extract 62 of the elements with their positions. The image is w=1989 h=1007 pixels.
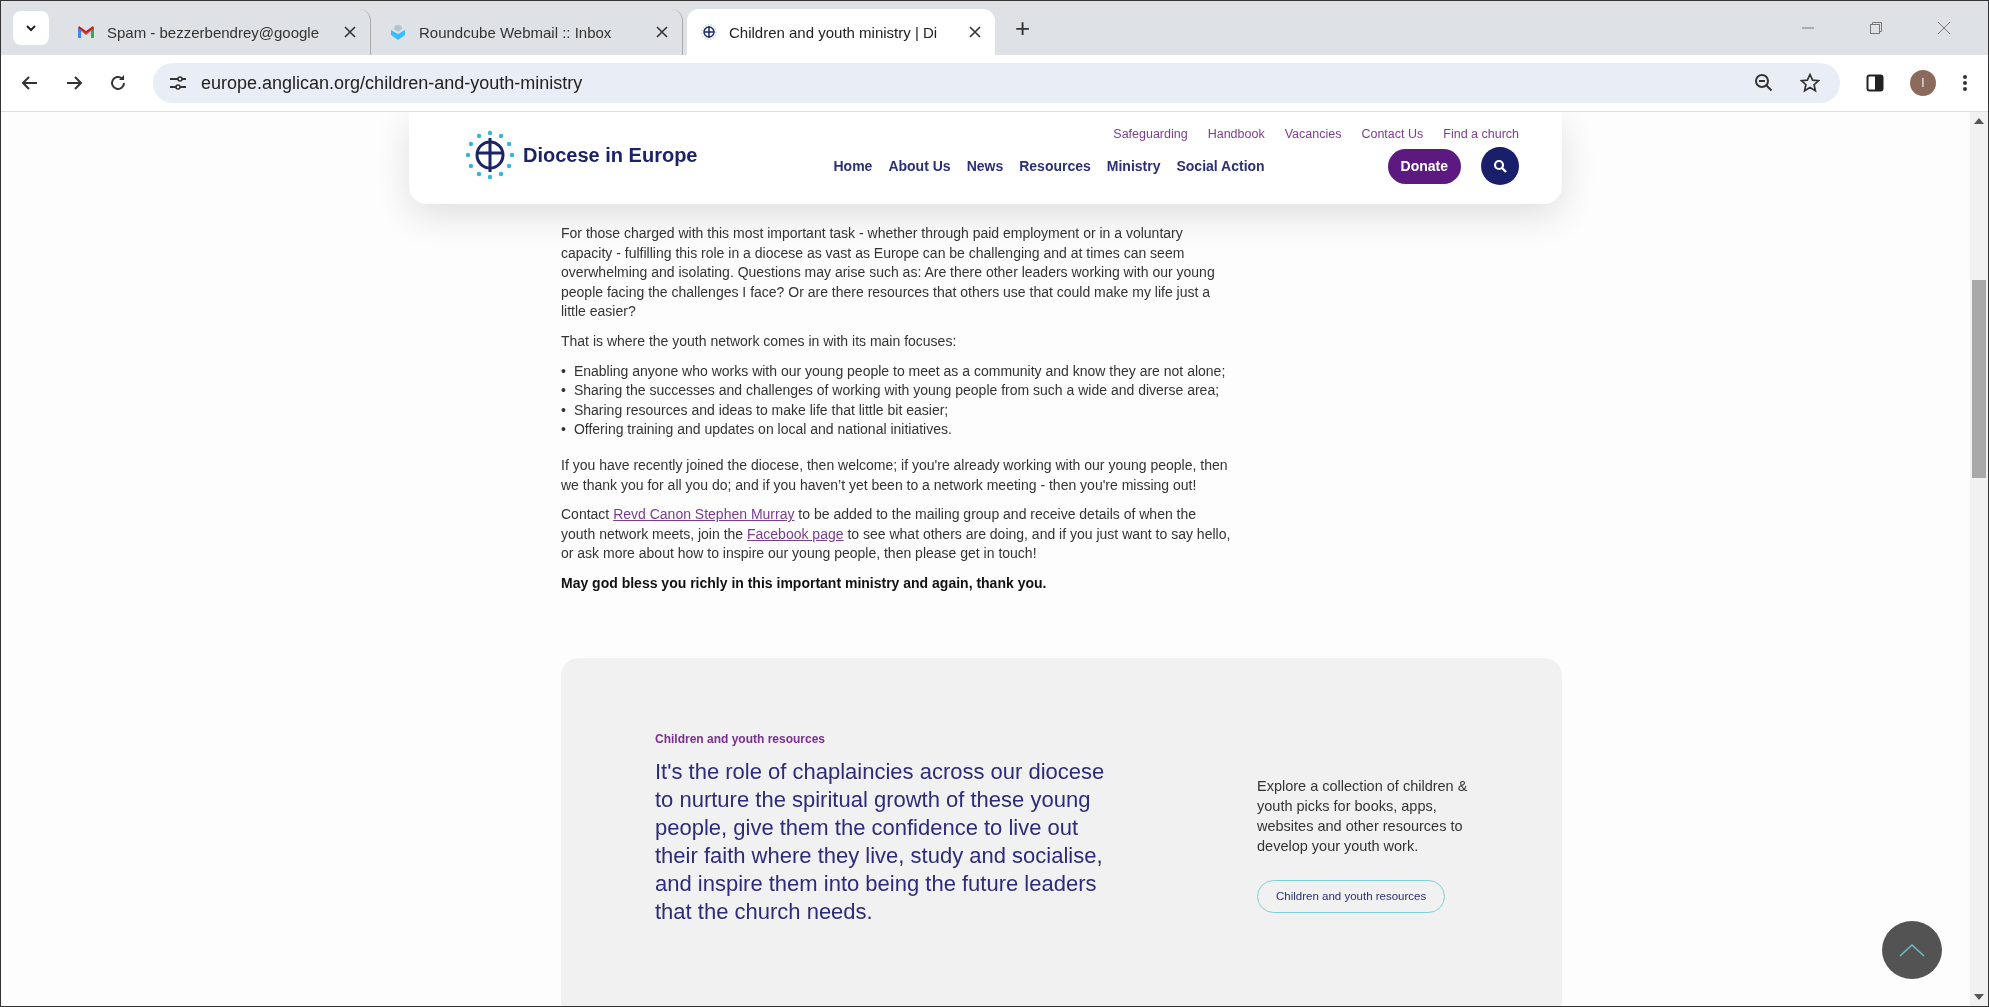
site-logo-text[interactable]: Diocese in Europe	[523, 143, 698, 167]
nav-link[interactable]: Resources	[1019, 158, 1091, 174]
paragraph: Contact Revd Canon Stephen Murray to be added to the mailing group and receive details of when the youth network meets, join the Facebook page to see what others are doing, and if you just want to say hello, or ask more about how to inspire our young people, then please get in touch!	[561, 505, 1232, 564]
scroll-down-icon[interactable]	[1974, 994, 1984, 1000]
chevron-up-icon	[1899, 943, 1925, 957]
url-text: europe.anglican.org/children-and-youth-ministry	[201, 72, 583, 94]
close-icon[interactable]	[656, 26, 668, 38]
scrollbar-thumb[interactable]	[1972, 280, 1986, 478]
text-link[interactable]: Facebook page	[747, 525, 844, 542]
bullet: •	[561, 361, 566, 381]
utility-link[interactable]: Contact Us	[1361, 127, 1424, 141]
back-icon[interactable]	[21, 74, 39, 92]
bullet: •	[561, 420, 566, 440]
site-settings-icon[interactable]	[169, 76, 187, 90]
paragraph: For those charged with this most important task - whether through paid employment or in a voluntary capacity - fulfilling this role in a diocese as vast as Europe can be challenging and at times can seem overwhelming and isolating. Questions may arise such as: Are there other leaders working with our young people facing the challenges I face? Or are there resources that others use that could make my life just a little easier?	[561, 224, 1216, 322]
tab-title: Spam - bezzerbendrey@google	[107, 23, 320, 41]
close-icon[interactable]	[344, 26, 356, 38]
nav-link[interactable]: About Us	[888, 158, 951, 174]
text-link[interactable]: Revd Canon Stephen Murray	[613, 506, 795, 523]
paragraph: If you have recently joined the diocese, then welcome; if you're already working with our young people, then we thank you for all you do; and if you haven’t yet been to a network meeting - then you're missing out!	[561, 455, 1229, 495]
close-icon[interactable]	[969, 26, 981, 38]
profile-avatar[interactable]: I	[1910, 70, 1936, 96]
forward-icon[interactable]	[65, 74, 83, 92]
nav-link[interactable]: News	[966, 158, 1004, 174]
menu-icon[interactable]	[1962, 74, 1968, 92]
star-icon[interactable]	[1800, 73, 1820, 93]
list-item: Sharing resources and ideas to make life that little bit easier;	[573, 400, 949, 420]
reload-icon[interactable]	[109, 74, 127, 92]
browser-tab[interactable]: Children and youth ministry | Di	[687, 9, 995, 55]
nav-link[interactable]: Home	[833, 158, 873, 174]
cube-icon	[389, 23, 407, 41]
new-tab-button[interactable]: +	[1009, 15, 1037, 41]
donate-button[interactable]: Donate	[1387, 148, 1461, 184]
restore-icon[interactable]	[1869, 21, 1883, 35]
bullet: •	[561, 381, 566, 401]
closing-blessing: May god bless you richly in this important ministry and again, thank you.	[561, 573, 1048, 593]
paragraph: That is where the youth network comes in with its main focuses:	[561, 331, 958, 351]
cross-logo-icon	[701, 24, 717, 40]
list-item: Sharing the successes and challenges of working with young people from such a wide and diverse area;	[573, 381, 1220, 401]
utility-link[interactable]: Find a church	[1443, 127, 1519, 141]
section-description: Explore a collection of children & youth picks for books, apps, websites and other resources to develop your youth work.	[1257, 776, 1469, 856]
section-eyebrow: Children and youth resources	[655, 731, 827, 746]
utility-link[interactable]: Handbook	[1207, 127, 1265, 141]
side-panel-icon[interactable]	[1866, 74, 1884, 92]
diocese-logo-icon	[465, 130, 515, 180]
zoom-out-icon[interactable]	[1754, 73, 1774, 93]
utility-link[interactable]: Safeguarding	[1113, 127, 1188, 141]
address-bar[interactable]: europe.anglican.org/children-and-youth-ministry	[153, 63, 1840, 103]
search-button[interactable]	[1481, 147, 1519, 185]
bullet: •	[561, 400, 566, 420]
list-item: Enabling anyone who works with our young people to meet as a community and know they are not alone;	[573, 361, 1226, 381]
nav-link[interactable]: Social Action	[1176, 158, 1265, 174]
search-icon	[1493, 159, 1507, 173]
list-item: Offering training and updates on local and national initiatives.	[573, 420, 952, 440]
section-quote: It's the role of chaplaincies across our diocese to nurture the spiritual growth of these young people, give them the confidence to live out their faith where they live, study and socialise, and inspire them into being the future leaders that the church needs.	[655, 757, 1106, 926]
tab-title: Children and youth ministry | Di	[729, 23, 939, 41]
tab-title: Roundcube Webmail :: Inbox	[419, 23, 613, 41]
scroll-up-icon[interactable]	[1974, 118, 1984, 124]
utility-link[interactable]: Vacancies	[1284, 127, 1342, 141]
nav-link[interactable]: Ministry	[1106, 158, 1161, 174]
mail-icon	[77, 25, 95, 39]
scrollbar[interactable]	[1970, 112, 1988, 1006]
